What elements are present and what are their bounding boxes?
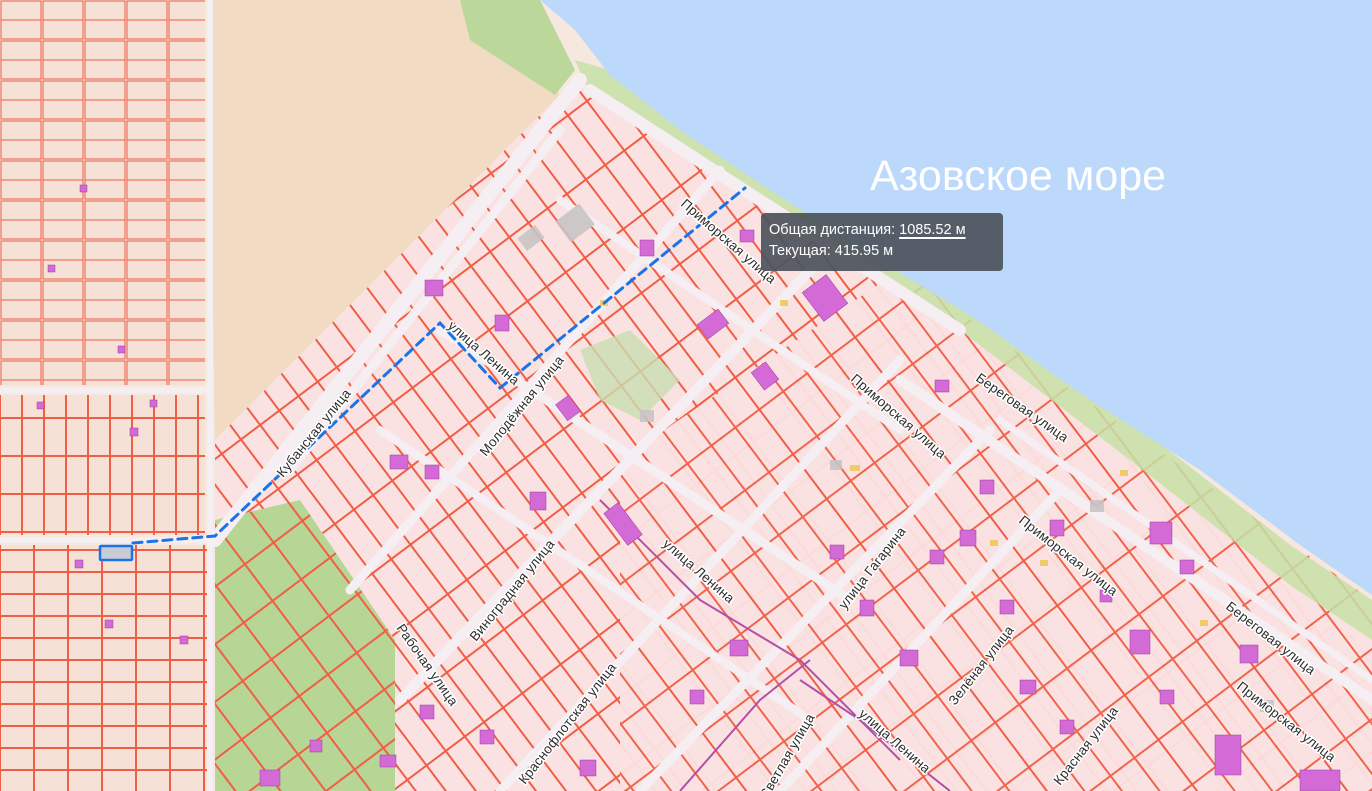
current-distance-value: 415.95 м [834,243,894,259]
parcel-grid-west-lower [0,395,205,535]
total-distance-label: Общая дистанция: [769,222,896,238]
current-distance-label: Текущая: [769,243,831,259]
measurement-tooltip: Общая дистанция: 1085.52 м Текущая: 415.… [761,213,1003,271]
parcel-grid-west [0,0,205,385]
total-distance-row: Общая дистанция: 1085.52 м [769,220,1003,241]
current-distance-row: Текущая: 415.95 м [769,241,1003,262]
sea-label: Азовское море [870,152,1166,200]
parcel-grid-southwest [0,545,210,791]
cadastral-map[interactable]: Приморская улица Приморская улица Примор… [0,0,1372,791]
total-distance-value: 1085.52 м [899,222,966,238]
selected-parcel[interactable] [98,544,134,562]
